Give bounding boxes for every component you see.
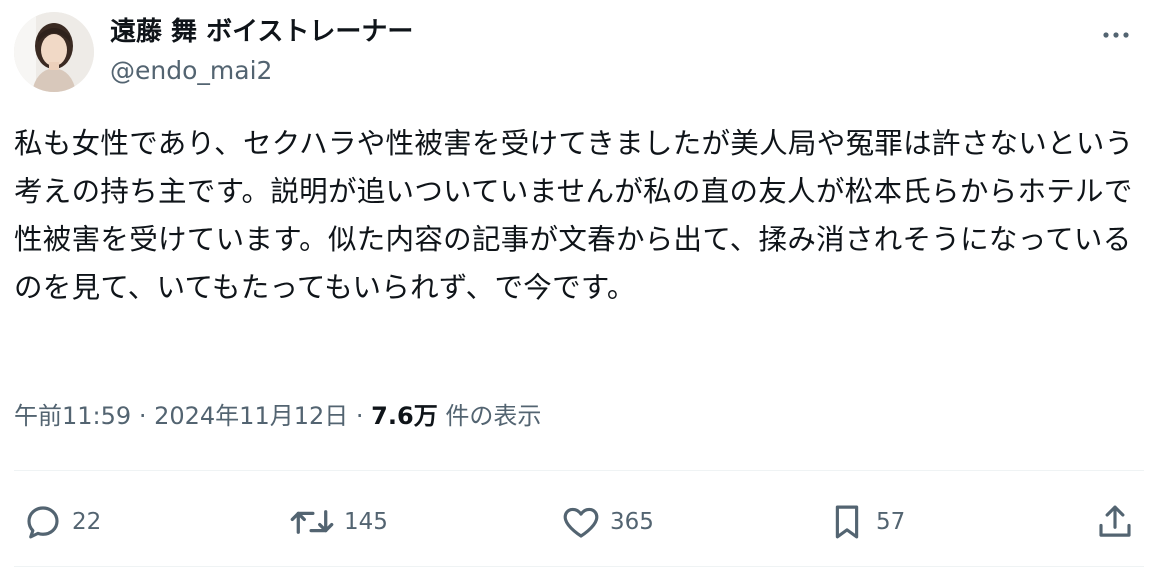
retweet-count: 145 — [344, 509, 388, 535]
avatar[interactable] — [14, 12, 94, 92]
meta-separator: · — [138, 402, 147, 430]
more-options-button[interactable] — [1096, 20, 1136, 50]
reply-count: 22 — [72, 509, 102, 535]
more-icon — [1103, 32, 1129, 38]
like-count: 365 — [610, 509, 654, 535]
reply-icon — [27, 506, 59, 539]
reply-button[interactable]: 22 — [22, 496, 101, 548]
views-label: 件の表示 — [445, 402, 542, 430]
avatar-photo-icon — [14, 12, 94, 92]
bookmark-icon — [835, 505, 859, 539]
divider — [14, 470, 1144, 471]
retweet-icon — [290, 510, 334, 534]
user-handle[interactable]: @endo_mai2 — [110, 54, 272, 88]
bookmark-count: 57 — [876, 509, 906, 535]
like-icon — [563, 507, 599, 538]
retweet-button[interactable]: 145 — [288, 496, 388, 548]
meta-separator: · — [355, 402, 364, 430]
share-button[interactable] — [1094, 496, 1136, 548]
action-bar: 22 145 365 57 — [0, 496, 1150, 548]
divider — [14, 566, 1144, 567]
tweet-date[interactable]: 2024年11月12日 — [154, 402, 348, 430]
display-name[interactable]: 遠藤 舞 ボイストレーナー — [110, 14, 413, 50]
share-icon — [1099, 505, 1131, 537]
tweet-text: 私も女性であり、セクハラや性被害を受けてきましたが美人局や冤罪は許さないという考… — [14, 127, 1134, 304]
views-count[interactable]: 7.6万 — [371, 402, 438, 430]
tweet-header: 遠藤 舞 ボイストレーナー @endo_mai2 — [14, 10, 1136, 94]
like-button[interactable]: 365 — [560, 496, 654, 548]
bookmark-button[interactable]: 57 — [826, 496, 905, 548]
tweet-meta: 午前11:59 · 2024年11月12日 · 7.6万 件の表示 — [14, 398, 541, 434]
tweet-time[interactable]: 午前11:59 — [14, 402, 131, 430]
